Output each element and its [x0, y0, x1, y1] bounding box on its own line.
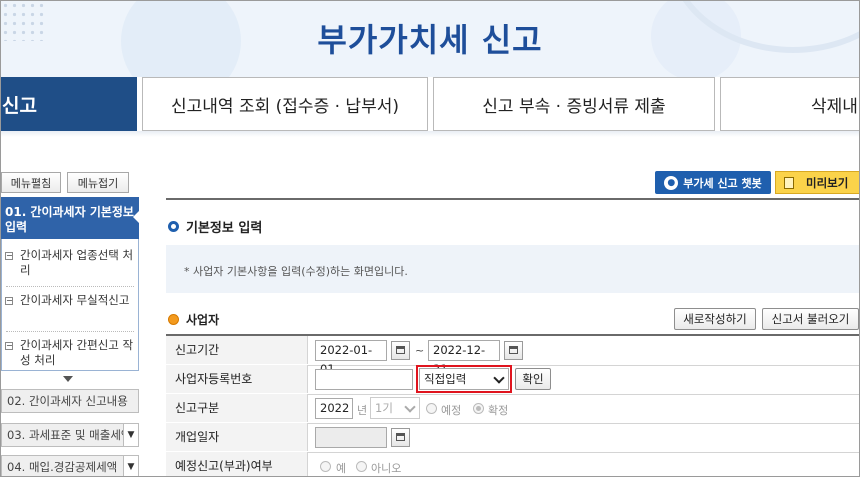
report-type-label: 신고구분 — [166, 394, 308, 422]
calendar-icon[interactable] — [391, 341, 410, 360]
radio-final-label: 확정 — [488, 404, 509, 417]
notice-text: * 사업자 기본사항을 입력(수정)하는 화면입니다. — [184, 265, 408, 278]
business-section-title: 사업자 — [168, 311, 219, 328]
form-row-regno: 사업자등록번호 직접입력 확인 — [166, 365, 859, 395]
term-value: 1기 — [375, 401, 393, 415]
calendar-icon[interactable] — [504, 341, 523, 360]
form-row-prelim: 예정신고(부과)여부 예 아니오 — [166, 452, 859, 476]
form-row-open-date: 개업일자 — [166, 423, 859, 453]
chevron-down-icon — [404, 401, 416, 413]
radio-final[interactable] — [473, 403, 484, 414]
tab-report[interactable]: 신고 — [1, 77, 137, 131]
period-separator: ~ — [415, 344, 425, 357]
radio-prelim[interactable] — [426, 403, 437, 414]
chatbot-button[interactable]: ● 부가세 신고 챗봇 — [655, 171, 771, 194]
divider — [166, 198, 859, 200]
confirm-button[interactable]: 확인 — [515, 368, 551, 390]
radio-no[interactable] — [356, 461, 367, 472]
submenu-item-business-type[interactable]: − 간이과세자 업종선택 처리 — [2, 248, 138, 278]
form-row-report-type: 신고구분 2022 년 1기 예정 확정 — [166, 394, 859, 424]
page-header: 부가가치세 신고 — [1, 1, 859, 77]
app-window: 부가가치세 신고 신고 신고내역 조회 (접수증 · 납부서) 신고 부속 · … — [0, 0, 860, 477]
regno-label: 사업자등록번호 — [166, 365, 308, 393]
submenu-item-label: 간이과세자 간편신고 작성 처리 — [20, 338, 134, 367]
page-title: 부가가치세 신고 — [317, 21, 543, 59]
minus-box-icon: − — [5, 341, 13, 350]
left-menu-item-label: 03. 과세표준 및 매출세액 — [7, 428, 132, 442]
year-input[interactable]: 2022 — [315, 398, 353, 419]
divider — [6, 286, 134, 287]
regno-input[interactable] — [315, 369, 413, 390]
radio-prelim-label: 예정 — [441, 404, 462, 417]
radio-no-label: 아니오 — [371, 462, 402, 475]
basic-info-title: 기본정보 입력 — [168, 217, 262, 236]
chevron-down-icon[interactable]: ▼ — [123, 456, 138, 476]
document-icon — [784, 176, 794, 189]
highlight-box — [416, 365, 512, 393]
left-submenu: − 간이과세자 업종선택 처리 − 간이과세자 무실적신고 − 간이과세자 간편… — [1, 239, 139, 371]
new-write-button[interactable]: 새로작성하기 — [674, 308, 756, 330]
submenu-item-label: 간이과세자 업종선택 처리 — [20, 248, 134, 277]
left-menu-item-label: 04. 매입.경감공제세액 — [7, 460, 118, 474]
year-unit: 년 — [357, 404, 368, 417]
tab-shadow — [1, 131, 859, 137]
submenu-item-simple-report[interactable]: − 간이과세자 간편신고 작성 처리 — [2, 338, 138, 368]
bullet-icon — [168, 314, 179, 325]
menu-expand-button[interactable]: 메뉴펼침 — [1, 172, 61, 193]
basic-info-title-text: 기본정보 입력 — [186, 221, 263, 236]
business-title-text: 사업자 — [186, 313, 220, 327]
period-start-input[interactable]: 2022-01-01 — [315, 340, 387, 376]
radio-yes[interactable] — [320, 461, 331, 472]
period-label: 신고기간 — [166, 336, 308, 364]
term-select[interactable]: 1기 — [370, 397, 420, 419]
calendar-icon[interactable] — [391, 428, 410, 447]
chatbot-label: 부가세 신고 챗봇 — [683, 176, 762, 190]
left-menu-active-item[interactable]: 01. 간이과세자 기본정보 입력 — [1, 197, 139, 239]
left-menu-item-03[interactable]: 03. 과세표준 및 매출세액 ▼ — [1, 423, 139, 447]
preview-button[interactable]: 미리보기 — [775, 171, 859, 194]
submenu-item-no-performance[interactable]: − 간이과세자 무실적신고 — [2, 293, 138, 308]
chevron-down-icon[interactable]: ▼ — [123, 424, 138, 446]
divider — [6, 331, 134, 332]
left-menu-item-label: 02. 간이과세자 신고내용 — [7, 394, 128, 408]
notice-box: * 사업자 기본사항을 입력(수정)하는 화면입니다. — [166, 245, 859, 293]
business-form: 신고기간 2022-01-01 ~ 2022-12-31 사업자등록번호 직접입… — [166, 334, 859, 476]
minus-box-icon: − — [5, 296, 13, 305]
prelim-label: 예정신고(부과)여부 — [166, 452, 308, 476]
open-date-input[interactable] — [315, 427, 387, 448]
bullet-icon — [168, 221, 179, 232]
menu-collapse-button[interactable]: 메뉴접기 — [67, 172, 129, 193]
left-menu-active-label: 01. 간이과세자 기본정보 입력 — [5, 205, 134, 234]
left-menu-item-02[interactable]: 02. 간이과세자 신고내용 — [1, 389, 139, 413]
radio-yes-label: 예 — [336, 462, 347, 475]
arrow-down-icon — [63, 376, 73, 382]
tab-attachment-submit[interactable]: 신고 부속 · 증빙서류 제출 — [433, 77, 715, 131]
minus-box-icon: − — [5, 251, 13, 260]
arrow-left-icon — [133, 211, 139, 223]
left-menu-item-04[interactable]: 04. 매입.경감공제세액 ▼ — [1, 455, 139, 476]
period-end-input[interactable]: 2022-12-31 — [428, 340, 500, 376]
submenu-item-label: 간이과세자 무실적신고 — [20, 293, 130, 307]
preview-label: 미리보기 — [806, 175, 849, 190]
open-date-label: 개업일자 — [166, 423, 308, 451]
tab-report-history[interactable]: 신고내역 조회 (접수증 · 납부서) — [142, 77, 428, 131]
tab-delete[interactable]: 삭제내 — [720, 77, 859, 131]
form-row-period: 신고기간 2022-01-01 ~ 2022-12-31 — [166, 336, 859, 376]
chatbot-icon: ● — [664, 175, 679, 190]
load-report-button[interactable]: 신고서 불러오기 — [762, 308, 859, 330]
